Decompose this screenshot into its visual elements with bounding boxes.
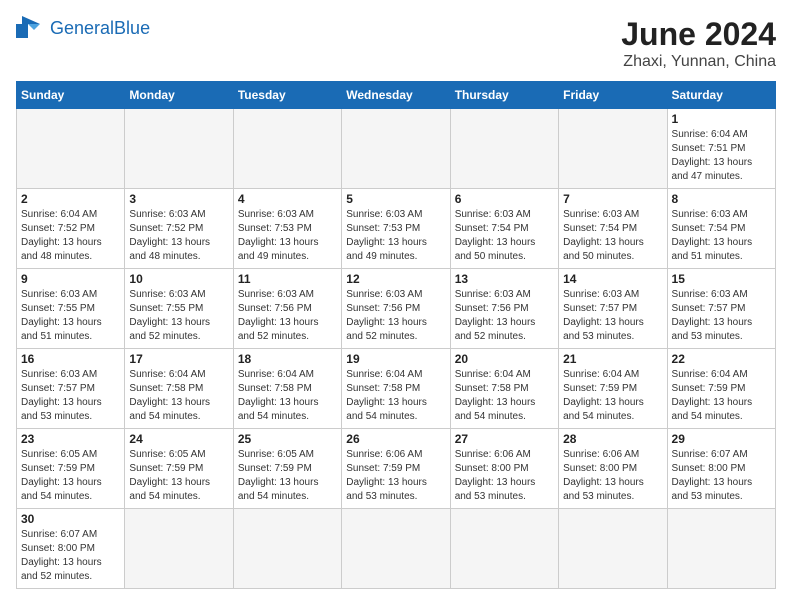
- calendar-row-4: 16 Sunrise: 6:03 AMSunset: 7:57 PMDaylig…: [17, 349, 776, 429]
- day-12: 12 Sunrise: 6:03 AMSunset: 7:56 PMDaylig…: [342, 269, 450, 349]
- empty-cell: [17, 109, 125, 189]
- logo-blue: Blue: [114, 18, 150, 38]
- day-6: 6 Sunrise: 6:03 AMSunset: 7:54 PMDayligh…: [450, 189, 558, 269]
- day-27: 27 Sunrise: 6:06 AMSunset: 8:00 PMDaylig…: [450, 429, 558, 509]
- day-16: 16 Sunrise: 6:03 AMSunset: 7:57 PMDaylig…: [17, 349, 125, 429]
- calendar-row-3: 9 Sunrise: 6:03 AMSunset: 7:55 PMDayligh…: [17, 269, 776, 349]
- calendar-header: Sunday Monday Tuesday Wednesday Thursday…: [17, 82, 776, 109]
- day-8: 8 Sunrise: 6:03 AMSunset: 7:54 PMDayligh…: [667, 189, 775, 269]
- day-5: 5 Sunrise: 6:03 AMSunset: 7:53 PMDayligh…: [342, 189, 450, 269]
- empty-cell: [559, 109, 667, 189]
- day-22: 22 Sunrise: 6:04 AMSunset: 7:59 PMDaylig…: [667, 349, 775, 429]
- day-24: 24 Sunrise: 6:05 AMSunset: 7:59 PMDaylig…: [125, 429, 233, 509]
- title-block: June 2024 Zhaxi, Yunnan, China: [621, 16, 776, 71]
- weekday-header-row: Sunday Monday Tuesday Wednesday Thursday…: [17, 82, 776, 109]
- day-20: 20 Sunrise: 6:04 AMSunset: 7:58 PMDaylig…: [450, 349, 558, 429]
- header-sunday: Sunday: [17, 82, 125, 109]
- header-friday: Friday: [559, 82, 667, 109]
- day-13: 13 Sunrise: 6:03 AMSunset: 7:56 PMDaylig…: [450, 269, 558, 349]
- empty-cell: [450, 509, 558, 589]
- day-3: 3 Sunrise: 6:03 AMSunset: 7:52 PMDayligh…: [125, 189, 233, 269]
- empty-cell: [125, 509, 233, 589]
- calendar-table: Sunday Monday Tuesday Wednesday Thursday…: [16, 81, 776, 589]
- logo-icon: [16, 16, 46, 40]
- day-11: 11 Sunrise: 6:03 AMSunset: 7:56 PMDaylig…: [233, 269, 341, 349]
- empty-cell: [559, 509, 667, 589]
- header-monday: Monday: [125, 82, 233, 109]
- day-29: 29 Sunrise: 6:07 AMSunset: 8:00 PMDaylig…: [667, 429, 775, 509]
- header-tuesday: Tuesday: [233, 82, 341, 109]
- logo: GeneralBlue: [16, 16, 150, 40]
- empty-cell: [233, 509, 341, 589]
- day-4: 4 Sunrise: 6:03 AMSunset: 7:53 PMDayligh…: [233, 189, 341, 269]
- calendar-row-6: 30 Sunrise: 6:07 AMSunset: 8:00 PMDaylig…: [17, 509, 776, 589]
- calendar-body: 1 Sunrise: 6:04 AMSunset: 7:51 PMDayligh…: [17, 109, 776, 589]
- calendar-title: June 2024: [621, 16, 776, 53]
- empty-cell: [125, 109, 233, 189]
- empty-cell: [233, 109, 341, 189]
- day-10: 10 Sunrise: 6:03 AMSunset: 7:55 PMDaylig…: [125, 269, 233, 349]
- day-26: 26 Sunrise: 6:06 AMSunset: 7:59 PMDaylig…: [342, 429, 450, 509]
- day-21: 21 Sunrise: 6:04 AMSunset: 7:59 PMDaylig…: [559, 349, 667, 429]
- calendar-row-5: 23 Sunrise: 6:05 AMSunset: 7:59 PMDaylig…: [17, 429, 776, 509]
- day-23: 23 Sunrise: 6:05 AMSunset: 7:59 PMDaylig…: [17, 429, 125, 509]
- day-28: 28 Sunrise: 6:06 AMSunset: 8:00 PMDaylig…: [559, 429, 667, 509]
- day-18: 18 Sunrise: 6:04 AMSunset: 7:58 PMDaylig…: [233, 349, 341, 429]
- day-2: 2 Sunrise: 6:04 AMSunset: 7:52 PMDayligh…: [17, 189, 125, 269]
- header-wednesday: Wednesday: [342, 82, 450, 109]
- day-9: 9 Sunrise: 6:03 AMSunset: 7:55 PMDayligh…: [17, 269, 125, 349]
- empty-cell: [667, 509, 775, 589]
- calendar-row-2: 2 Sunrise: 6:04 AMSunset: 7:52 PMDayligh…: [17, 189, 776, 269]
- day-19: 19 Sunrise: 6:04 AMSunset: 7:58 PMDaylig…: [342, 349, 450, 429]
- day-30: 30 Sunrise: 6:07 AMSunset: 8:00 PMDaylig…: [17, 509, 125, 589]
- day-17: 17 Sunrise: 6:04 AMSunset: 7:58 PMDaylig…: [125, 349, 233, 429]
- day-1: 1 Sunrise: 6:04 AMSunset: 7:51 PMDayligh…: [667, 109, 775, 189]
- page-header: GeneralBlue June 2024 Zhaxi, Yunnan, Chi…: [16, 16, 776, 71]
- calendar-subtitle: Zhaxi, Yunnan, China: [621, 53, 776, 71]
- day-7: 7 Sunrise: 6:03 AMSunset: 7:54 PMDayligh…: [559, 189, 667, 269]
- day-25: 25 Sunrise: 6:05 AMSunset: 7:59 PMDaylig…: [233, 429, 341, 509]
- empty-cell: [342, 509, 450, 589]
- day-14: 14 Sunrise: 6:03 AMSunset: 7:57 PMDaylig…: [559, 269, 667, 349]
- empty-cell: [450, 109, 558, 189]
- header-thursday: Thursday: [450, 82, 558, 109]
- day-15: 15 Sunrise: 6:03 AMSunset: 7:57 PMDaylig…: [667, 269, 775, 349]
- calendar-row-1: 1 Sunrise: 6:04 AMSunset: 7:51 PMDayligh…: [17, 109, 776, 189]
- logo-text: GeneralBlue: [50, 19, 150, 37]
- empty-cell: [342, 109, 450, 189]
- header-saturday: Saturday: [667, 82, 775, 109]
- logo-general: General: [50, 18, 114, 38]
